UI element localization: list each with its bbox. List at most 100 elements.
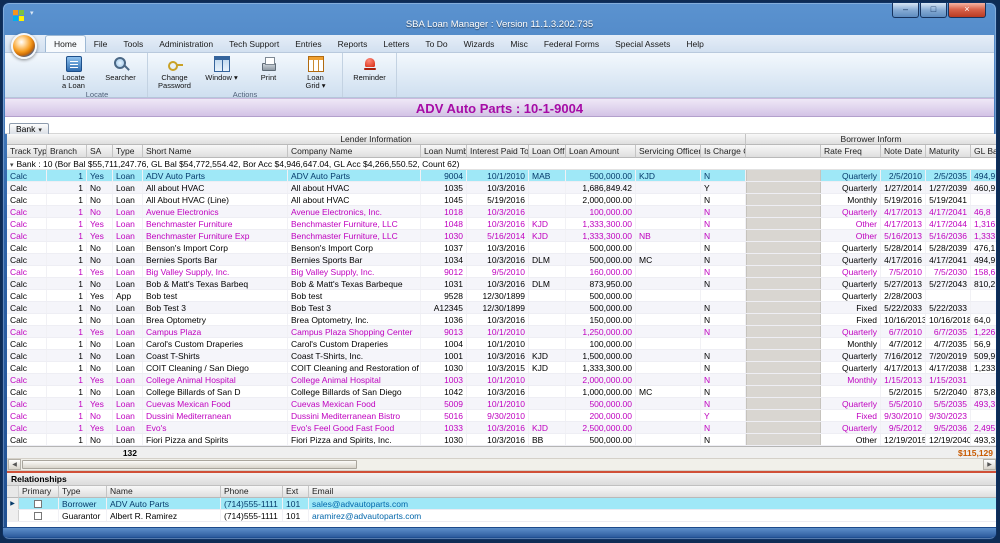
column-header-sa[interactable]: SA [87,145,113,158]
grid-cell: Loan [113,314,143,325]
loan-row[interactable]: Calc 1 No Loan Bob Test 3 Bob Test 3 A12345 12/… [7,302,996,314]
grid-cell: Loan [113,242,143,253]
grid-cell: Loan [113,398,143,409]
grid-cell: 9012 [421,266,467,277]
column-header-loan-amount[interactable]: Loan Amount [566,145,636,158]
grid-cell: No [87,350,113,361]
grid-cell: No [87,362,113,373]
column-header-maturity[interactable]: Maturity [926,145,971,158]
loan-row[interactable]: Calc 1 No Loan Benson's Import Corp Benson's … [7,242,996,254]
horizontal-scrollbar[interactable] [7,458,996,471]
column-header-type[interactable]: Type [113,145,143,158]
grid-cell: Carol's Custom Draperies [143,338,288,349]
scrollbar-thumb[interactable] [22,460,357,469]
reminder-button[interactable]: Reminder [346,54,393,87]
email-cell[interactable]: aramirez@advautoparts.com [309,510,996,521]
tab-entries[interactable]: Entries [287,36,329,52]
column-header-company-name[interactable]: Company Name [288,145,421,158]
loan-row[interactable]: Calc 1 Yes Loan Big Valley Supply, Inc. Big V… [7,266,996,278]
scroll-left-arrow-icon[interactable] [8,459,21,470]
tab-help[interactable]: Help [678,36,711,52]
loan-row[interactable]: Calc 1 No Loan Bernies Sports Bar Bernies Spo… [7,254,996,266]
loan-row[interactable]: Calc 1 Yes Loan ADV Auto Parts ADV Auto Parts… [7,170,996,182]
rel-column-header-primary[interactable]: Primary [19,486,59,498]
loan-row[interactable]: Calc 1 Yes Loan Cuevas Mexican Food Cuevas Me… [7,398,996,410]
loan-row[interactable]: Calc 1 No Loan Avenue Electronics Avenue Elec… [7,206,996,218]
loan-row[interactable]: Calc 1 No Loan All About HVAC (Line) All abou… [7,194,996,206]
grid-cell: 4/17/2044 [926,218,971,229]
grid-cell: 476,1 [971,242,996,253]
loan-row[interactable]: Calc 1 No Loan College Billards of San D Coll… [7,386,996,398]
tab-special-assets[interactable]: Special Assets [607,36,678,52]
column-header-branch[interactable]: Branch [47,145,87,158]
quick-access-caret-icon[interactable]: ▾ [30,9,34,17]
rel-column-header-phone[interactable]: Phone [221,486,283,498]
grid-cell: 1/15/2013 [881,374,926,385]
loan-row[interactable]: Calc 1 No Loan Coast T-Shirts Coast T-Shirts,… [7,350,996,362]
loan-row[interactable]: Calc 1 No Loan Bob & Matt's Texas Barbeq Bob … [7,278,996,290]
column-header-is-charge-off[interactable]: Is Charge Off [701,145,746,158]
locate-loan-button[interactable]: Locate a Loan [50,54,97,90]
window-button[interactable]: Window ▾ [198,54,245,90]
loan-row[interactable]: Calc 1 No Loan COIT Cleaning / San Diego COIT… [7,362,996,374]
minimize-button[interactable]: – [892,3,919,18]
tab-tools[interactable]: Tools [115,36,151,52]
grid-cell: 2,000,000.00 [566,194,636,205]
column-header-rate-freq[interactable]: Rate Freq [821,145,881,158]
loan-row[interactable]: Calc 1 Yes Loan Benchmaster Furniture Exp Ben… [7,230,996,242]
grid-cell: 9004 [421,170,467,181]
tab-administration[interactable]: Administration [151,36,221,52]
loan-row[interactable]: Calc 1 No Loan Fiori Pizza and Spirits Fiori … [7,434,996,446]
column-header-track-type[interactable]: Track Type [7,145,47,158]
loan-row[interactable]: Calc 1 No Loan Dussini Mediterranean Dussini … [7,410,996,422]
rel-column-header-ext[interactable]: Ext [283,486,309,498]
column-header-servicing-officer[interactable]: Servicing Officer [636,145,701,158]
tab-letters[interactable]: Letters [375,36,417,52]
loan-row[interactable]: Calc 1 No Loan Carol's Custom Draperies Carol… [7,338,996,350]
tab-home[interactable]: Home [45,35,86,52]
column-header-note-date[interactable]: Note Date [881,145,926,158]
column-header-blank[interactable] [746,145,821,158]
column-header-short-name[interactable]: Short Name [143,145,288,158]
tab-federal-forms[interactable]: Federal Forms [536,36,607,52]
searcher-button[interactable]: Searcher [97,54,144,90]
change-password-button[interactable]: Change Password [151,54,198,90]
email-cell[interactable]: sales@advautoparts.com [309,498,996,509]
grid-band-row: Lender Information Borrower Inform [7,134,996,145]
loan-row[interactable]: Calc 1 Yes Loan Evo's Evo's Feel Good Fast Fo… [7,422,996,434]
column-header-loan-officer[interactable]: Loan Officer [529,145,566,158]
app-orb-button[interactable] [11,33,37,59]
grid-group-row[interactable]: ▾ Bank : 10 (Bor Bal $55,711,247.76, GL B… [7,158,996,170]
loan-row[interactable]: Calc 1 Yes Loan Benchmaster Furniture Benchma… [7,218,996,230]
primary-checkbox[interactable] [34,500,42,508]
grid-cell: No [87,194,113,205]
grid-cell [636,422,701,433]
rel-column-header-name[interactable]: Name [107,486,221,498]
column-header-interest-paid-to[interactable]: Interest Paid To [467,145,529,158]
loan-row[interactable]: Calc 1 No Loan All about HVAC All about HVAC 1… [7,182,996,194]
tab-file[interactable]: File [86,36,116,52]
tab-to-do[interactable]: To Do [417,36,455,52]
tab-wizards[interactable]: Wizards [456,36,503,52]
loan-row[interactable]: Calc 1 Yes App Bob test Bob test 9528 12/30/189… [7,290,996,302]
close-button[interactable]: × [948,3,986,18]
rel-column-header-type[interactable]: Type [59,486,107,498]
column-header-loan-number[interactable]: Loan Number [421,145,467,158]
loan-row[interactable]: Calc 1 Yes Loan Campus Plaza Campus Plaza Sho… [7,326,996,338]
column-header-gl-balanc[interactable]: GL Balanc [971,145,996,158]
tab-reports[interactable]: Reports [330,36,376,52]
scroll-right-arrow-icon[interactable] [983,459,996,470]
loan-row[interactable]: Calc 1 Yes Loan College Animal Hospital Colle… [7,374,996,386]
print-button[interactable]: Print [245,54,292,90]
relationship-row[interactable]: Guarantor Albert R. Ramirez (714)555-1111 1… [7,510,996,522]
loan-row[interactable]: Calc 1 No Loan Brea Optometry Brea Optometry,… [7,314,996,326]
primary-checkbox[interactable] [34,512,42,520]
tab-misc[interactable]: Misc [502,36,535,52]
maximize-button[interactable]: □ [920,3,947,18]
rel-column-header-email[interactable]: Email [309,486,996,498]
loan-grid-button[interactable]: Loan Grid ▾ [292,54,339,90]
collapse-triangle-icon[interactable]: ▾ [10,160,14,169]
tab-tech-support[interactable]: Tech Support [221,36,287,52]
relationship-row[interactable]: ▶ Borrower ADV Auto Parts (714)555-1111 101 s… [7,498,996,510]
grid-cell: Coast T-Shirts, Inc. [288,350,421,361]
